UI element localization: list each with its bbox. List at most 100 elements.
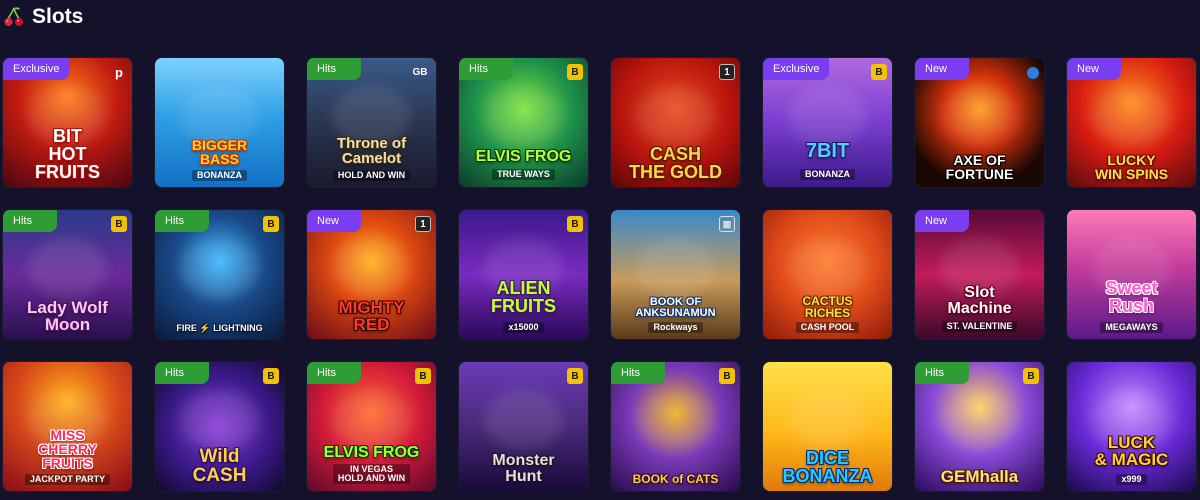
game-tile[interactable]: B Monster Hunt	[459, 362, 588, 491]
game-title-text: BIT HOT FRUITS	[35, 126, 100, 182]
game-title: MIGHTY RED	[311, 299, 432, 333]
provider-icon: B	[415, 368, 431, 384]
provider-icon	[1027, 67, 1039, 79]
game-title-text: ELVIS FROG	[323, 444, 420, 461]
game-tile[interactable]: New 1 MIGHTY RED	[307, 210, 436, 339]
artwork-glow	[788, 390, 867, 450]
game-tile[interactable]: New Slot Machine ST. VALENTINE	[915, 210, 1044, 339]
game-tile[interactable]: Hits B GEMhalla	[915, 362, 1044, 491]
game-tile[interactable]: ▦ BOOK OF ANKSUNAMUN Rockways	[611, 210, 740, 339]
game-title: ELVIS FROG IN VEGAS HOLD AND WIN	[311, 445, 432, 485]
game-tile[interactable]: LUCK & MAGIC x999	[1067, 362, 1196, 491]
artwork-glow	[180, 390, 259, 450]
game-title: BIGGER BASS BONANZA	[159, 138, 280, 181]
game-title: ELVIS FROG TRUE WAYS	[463, 149, 584, 181]
game-subtitle: CASH POOL	[795, 322, 860, 333]
game-title-text: Sweet Rush	[1105, 278, 1158, 316]
game-badge: Hits	[459, 58, 513, 80]
game-tile[interactable]: New AXE OF FORTUNE	[915, 58, 1044, 187]
game-tile[interactable]: CACTUS RICHES CASH POOL	[763, 210, 892, 339]
artwork-glow	[636, 390, 715, 450]
provider-icon: B	[871, 64, 887, 80]
game-tile[interactable]: Hits GB Throne of Camelot HOLD AND WIN	[307, 58, 436, 187]
artwork-glow	[788, 238, 867, 298]
provider-icon: B	[263, 216, 279, 232]
game-tile[interactable]: 1 CASH THE GOLD	[611, 58, 740, 187]
game-badge: Hits	[155, 362, 209, 384]
game-title: LUCK & MAGIC x999	[1071, 434, 1192, 485]
artwork-glow	[788, 86, 867, 146]
game-badge: Hits	[307, 58, 361, 80]
game-title-text: LUCK & MAGIC	[1094, 433, 1169, 469]
game-title-text: Slot Machine	[947, 284, 1012, 317]
game-title: Sweet Rush MEGAWAYS	[1071, 279, 1192, 333]
game-title: 7BIT BONANZA	[767, 141, 888, 181]
game-title: CASH THE GOLD	[615, 145, 736, 181]
game-tile[interactable]: Exclusive p BIT HOT FRUITS	[3, 58, 132, 187]
game-tile[interactable]: Hits B BOOK of CATS	[611, 362, 740, 491]
game-title-text: BIGGER BASS	[191, 137, 248, 167]
game-badge: Hits	[3, 210, 57, 232]
game-tile[interactable]: MISS CHERRY FRUITS JACKPOT PARTY	[3, 362, 132, 491]
game-subtitle: BONANZA	[192, 170, 247, 181]
game-tile[interactable]: Hits B Lady Wolf Moon	[3, 210, 132, 339]
game-title: BIT HOT FRUITS	[7, 127, 128, 181]
game-title-text: GEMhalla	[940, 467, 1019, 486]
game-title: BOOK OF ANKSUNAMUN Rockways	[615, 297, 736, 333]
artwork-glow	[484, 390, 563, 450]
game-subtitle: ST. VALENTINE	[941, 321, 1018, 332]
game-title: Monster Hunt	[463, 453, 584, 485]
game-title-text: ALIEN FRUITS	[491, 278, 556, 316]
game-subtitle: MEGAWAYS	[1100, 322, 1163, 333]
game-title: Throne of Camelot HOLD AND WIN	[311, 136, 432, 181]
game-tile[interactable]: Hits B FIRE ⚡ LIGHTNING	[155, 210, 284, 339]
game-tile[interactable]: Hits B Wild CASH	[155, 362, 284, 491]
game-subtitle: IN VEGAS HOLD AND WIN	[332, 464, 411, 484]
game-title: CACTUS RICHES CASH POOL	[767, 295, 888, 333]
game-tile[interactable]: BIGGER BASS BONANZA	[155, 58, 284, 187]
provider-icon: 1	[415, 216, 431, 232]
game-badge: Hits	[915, 362, 969, 384]
game-title-text: CACTUS RICHES	[802, 294, 853, 320]
artwork-glow	[636, 86, 715, 146]
game-subtitle: x15000	[503, 322, 544, 333]
game-tile[interactable]: Exclusive B 7BIT BONANZA	[763, 58, 892, 187]
artwork-glow	[180, 238, 259, 298]
game-title-text: MISS CHERRY FRUITS	[38, 427, 97, 471]
game-badge: Hits	[611, 362, 665, 384]
section-title: Slots	[32, 5, 84, 28]
provider-icon: B	[567, 368, 583, 384]
provider-icon: B	[567, 64, 583, 80]
game-title-text: BOOK OF ANKSUNAMUN	[635, 296, 716, 319]
game-title-text: Monster Hunt	[492, 452, 555, 485]
section-header: Slots	[2, 4, 83, 30]
game-badge: New	[915, 210, 969, 232]
game-subtitle: x999	[1116, 474, 1147, 485]
provider-icon: B	[1023, 368, 1039, 384]
game-title-text: AXE OF FORTUNE	[945, 152, 1014, 182]
game-tile[interactable]: B ALIEN FRUITS x15000	[459, 210, 588, 339]
game-tile[interactable]: New LUCKY WIN SPINS	[1067, 58, 1196, 187]
artwork-glow	[484, 86, 563, 146]
game-subtitle: TRUE WAYS	[492, 169, 555, 180]
game-title: Lady Wolf Moon	[7, 299, 128, 333]
game-badge: Hits	[307, 362, 361, 384]
game-title-text: CASH THE GOLD	[629, 144, 722, 182]
game-title: AXE OF FORTUNE	[919, 153, 1040, 181]
cherry-icon	[4, 7, 23, 26]
game-tile[interactable]: Sweet Rush MEGAWAYS	[1067, 210, 1196, 339]
game-badge: New	[915, 58, 969, 80]
game-tile[interactable]: DICE BONANZA	[763, 362, 892, 491]
game-badge: New	[307, 210, 361, 232]
game-tile[interactable]: Hits B ELVIS FROG IN VEGAS HOLD AND WIN	[307, 362, 436, 491]
game-tile[interactable]: Hits B ELVIS FROG TRUE WAYS	[459, 58, 588, 187]
game-title: LUCKY WIN SPINS	[1071, 153, 1192, 181]
game-title-text: FIRE ⚡ LIGHTNING	[176, 323, 263, 333]
provider-icon: B	[263, 368, 279, 384]
provider-icon: ▦	[719, 216, 735, 232]
game-badge: New	[1067, 58, 1121, 80]
game-badge: Hits	[155, 210, 209, 232]
game-subtitle: BONANZA	[800, 169, 855, 180]
game-title: ALIEN FRUITS x15000	[463, 279, 584, 333]
game-title: DICE BONANZA	[767, 449, 888, 485]
